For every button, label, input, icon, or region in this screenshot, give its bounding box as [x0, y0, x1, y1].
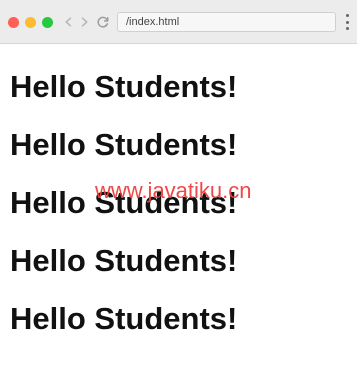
- zoom-window-button[interactable]: [42, 17, 53, 28]
- back-button[interactable]: [61, 11, 75, 33]
- menu-dot-icon: [345, 14, 349, 17]
- menu-dot-icon: [345, 27, 349, 30]
- page-heading: Hello Students!: [10, 243, 238, 278]
- minimize-window-button[interactable]: [25, 17, 36, 28]
- page-heading: Hello Students!: [10, 127, 238, 162]
- kebab-menu-icon[interactable]: [344, 14, 350, 30]
- close-window-button[interactable]: [8, 17, 19, 28]
- url-input[interactable]: [126, 16, 335, 28]
- reload-icon: [97, 16, 109, 28]
- address-bar[interactable]: [117, 12, 336, 32]
- reload-button[interactable]: [96, 11, 110, 33]
- browser-toolbar: [0, 0, 357, 44]
- forward-button[interactable]: [78, 11, 92, 33]
- page-heading: Hello Students!: [10, 301, 238, 336]
- page-heading: Hello Students!: [10, 185, 238, 220]
- arrow-right-icon: [81, 17, 88, 27]
- arrow-left-icon: [65, 17, 72, 27]
- menu-dot-icon: [345, 20, 349, 24]
- page-heading: Hello Students!: [10, 69, 238, 104]
- page-content: Hello Students! Hello Students! Hello St…: [0, 45, 357, 380]
